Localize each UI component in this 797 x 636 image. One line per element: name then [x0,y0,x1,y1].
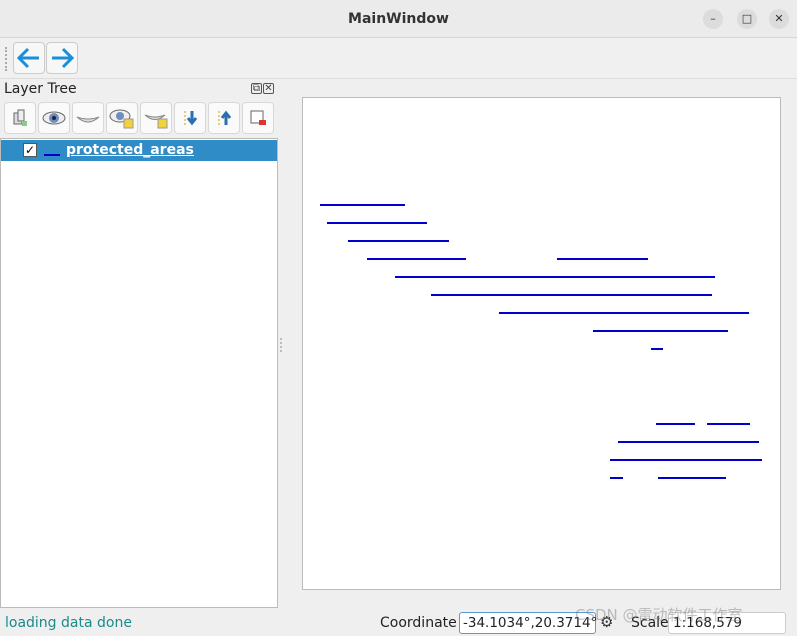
layer-visibility-checkbox[interactable]: ✓ [23,143,37,157]
window-title: MainWindow [348,11,449,27]
remove-icon [250,110,266,125]
arrow-left-icon [16,47,39,69]
hide-selected-button[interactable] [140,102,172,134]
coordinate-label: Coordinate [380,615,457,631]
close-button[interactable]: ✕ [769,9,789,29]
layer-tree[interactable]: ✓ protected_areas [0,138,278,608]
arrow-up-icon [218,110,232,125]
add-group-icon [13,109,27,126]
main-toolbar [0,39,797,79]
toolbar-grip[interactable] [5,47,8,71]
show-selected-button[interactable] [106,102,138,134]
float-icon[interactable]: ⧉ [251,83,262,94]
closed-eye-selected-icon [144,114,168,129]
splitter-handle[interactable] [280,338,283,352]
layer-row[interactable]: ✓ protected_areas [1,140,277,161]
layer-tree-title: Layer Tree [4,81,77,97]
map-features [320,204,762,479]
forward-button[interactable] [46,42,78,74]
hide-all-button[interactable] [72,102,104,134]
layer-name[interactable]: protected_areas [66,142,194,158]
remove-layer-button[interactable] [242,102,274,134]
dock-buttons: ⧉ ✕ [251,83,275,94]
maximize-button[interactable]: □ [737,9,757,29]
layer-tools [4,102,274,134]
eye-icon [42,111,66,125]
minimize-button[interactable]: – [703,9,723,29]
line-symbol-icon [44,154,60,156]
move-up-button[interactable] [208,102,240,134]
arrow-down-icon [184,111,198,126]
back-button[interactable] [13,42,45,74]
watermark: CSDN @雷动软件工作室 [575,606,743,624]
title-bar: MainWindow – □ ✕ [0,0,797,38]
status-message: loading data done [5,615,132,631]
arrow-right-icon [52,47,75,69]
closed-eye-icon [76,116,100,123]
eye-selected-icon [109,109,134,129]
add-group-button[interactable] [4,102,36,134]
show-all-button[interactable] [38,102,70,134]
move-down-button[interactable] [174,102,206,134]
close-dock-icon[interactable]: ✕ [263,83,274,94]
map-canvas[interactable] [302,97,781,590]
